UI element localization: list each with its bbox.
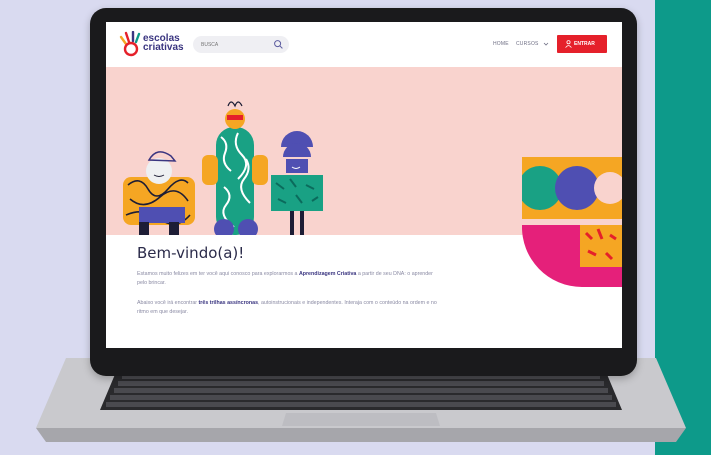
welcome-title: Bem-vindo(a)!: [137, 244, 245, 262]
chevron-down-icon[interactable]: [543, 41, 549, 47]
character-cap-illustration: [123, 151, 195, 235]
search-box: [193, 36, 289, 53]
entrar-label: ENTRAR: [574, 41, 595, 47]
welcome-paragraph-2: Abaixo você irá encontrar três trilhas a…: [137, 299, 437, 317]
p1-text-a: Estamos muito felizes em ter você aqui c…: [137, 271, 299, 277]
logo-text-line2: criativas: [143, 42, 184, 53]
p1-text-bold: Aprendizagem Criativa: [298, 271, 357, 277]
logo-text: escolas criativas: [143, 34, 184, 53]
p2-text-a: Abaixo você irá encontrar: [137, 300, 199, 306]
character-arches-illustration: [271, 131, 323, 235]
decorative-shapes-illustration: [522, 157, 622, 287]
nav-cursos-link[interactable]: CURSOS: [516, 41, 539, 47]
user-icon: [565, 40, 572, 48]
logo-hand-icon: [119, 31, 141, 57]
browser-viewport: escolas criativas HOME CURSOS ENTRAR: [106, 22, 622, 348]
welcome-paragraph-1: Estamos muito felizes em ter você aqui c…: [137, 270, 437, 288]
site-header: escolas criativas HOME CURSOS ENTRAR: [106, 22, 622, 67]
character-cactus-illustration: [202, 101, 268, 235]
site-logo[interactable]: escolas criativas: [118, 31, 188, 57]
search-input[interactable]: [201, 38, 271, 51]
p2-text-bold: três trilhas assíncronas: [198, 300, 259, 306]
search-icon[interactable]: [273, 39, 284, 50]
nav-home-link[interactable]: HOME: [493, 41, 509, 47]
entrar-button[interactable]: ENTRAR: [557, 35, 607, 53]
